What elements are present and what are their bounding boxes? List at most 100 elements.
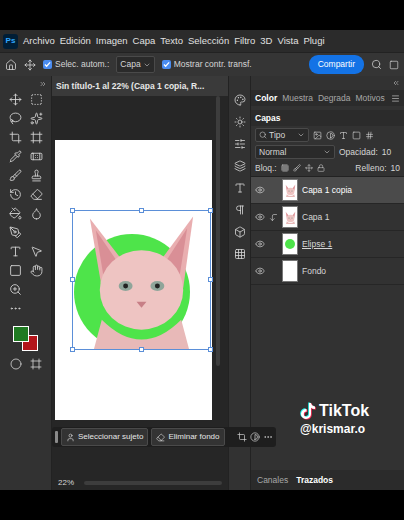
bottom-tab[interactable]: Canales (257, 474, 288, 487)
expand-icon[interactable] (39, 80, 47, 88)
move-icon[interactable] (9, 93, 22, 106)
move-tool-icon[interactable] (24, 59, 36, 71)
adjustments-icon[interactable] (234, 116, 246, 128)
path-select-icon[interactable] (30, 245, 43, 258)
layer-row[interactable]: Elipse 1 (251, 231, 404, 258)
crop-icon[interactable] (9, 131, 22, 144)
home-icon[interactable] (5, 59, 17, 71)
3d-icon[interactable] (234, 226, 246, 238)
collapse-icon[interactable] (392, 79, 400, 87)
layers-tab[interactable]: Capas (255, 112, 281, 125)
paragraph-icon[interactable] (234, 204, 246, 216)
menu-item[interactable]: Plugi (303, 34, 324, 48)
quick-select-icon[interactable] (30, 112, 43, 125)
filter-shape-icon[interactable] (352, 131, 361, 140)
rectangle-icon[interactable] (9, 264, 22, 277)
pen-icon[interactable] (9, 226, 22, 239)
target-dropdown[interactable]: Capa (116, 56, 154, 73)
eye-icon[interactable] (255, 266, 265, 276)
clip-arrow-icon[interactable] (269, 213, 278, 222)
bucket-icon[interactable] (9, 207, 22, 220)
document-tab[interactable]: Sin título-1 al 22% (Capa 1 copia, R... (52, 76, 228, 96)
transform-handle[interactable] (70, 347, 75, 352)
marquee-icon[interactable] (30, 93, 43, 106)
menu-item[interactable]: Vista (277, 34, 298, 48)
eyedropper-icon[interactable] (9, 150, 22, 163)
filter-pixel-icon[interactable] (313, 131, 322, 140)
chevron-down-icon[interactable] (323, 148, 331, 156)
task-crop-icon[interactable] (237, 432, 247, 442)
panel-tab[interactable]: Color (255, 92, 277, 105)
menu-item[interactable]: Edición (60, 34, 91, 48)
menu-item[interactable]: 3D (260, 34, 272, 48)
task-more-icon[interactable] (263, 432, 273, 442)
zoom-icon[interactable] (9, 283, 22, 296)
menu-item[interactable]: Imagen (96, 34, 128, 48)
app-logo[interactable]: Ps (3, 34, 18, 49)
transform-handle[interactable] (139, 347, 144, 352)
panel-tab[interactable]: Degrada (318, 92, 351, 105)
chevron-down-icon[interactable] (297, 131, 305, 139)
filter-search-icon[interactable] (259, 131, 267, 139)
menu-item[interactable]: Archivo (23, 34, 55, 48)
bottom-tab[interactable]: Trazados (296, 474, 333, 487)
zoom-level[interactable]: 22% (58, 477, 74, 489)
type-icon[interactable] (9, 245, 22, 258)
eye-icon[interactable] (255, 212, 265, 222)
select-subject-icon[interactable] (66, 433, 75, 442)
blur-icon[interactable] (30, 207, 43, 220)
color-swatches[interactable] (10, 325, 42, 353)
filter-dropdown[interactable]: Tipo (255, 128, 309, 143)
transform-handle[interactable] (70, 208, 75, 213)
healing-icon[interactable] (30, 150, 43, 163)
screen-mode-icon[interactable] (30, 358, 42, 370)
menu-item[interactable]: Selección (188, 34, 229, 48)
hand-icon[interactable] (30, 264, 43, 277)
task-adjust-icon[interactable] (250, 432, 260, 442)
panel-tab[interactable]: Motivos (356, 92, 385, 105)
opacity-value[interactable]: 10 (382, 146, 391, 159)
transform-handle[interactable] (208, 277, 213, 282)
menu-item[interactable]: Capa (133, 34, 156, 48)
cat-photo[interactable] (72, 210, 211, 350)
fill-value[interactable]: 10 (391, 162, 400, 175)
remove-bg-icon[interactable] (156, 433, 165, 442)
transform-handle[interactable] (208, 347, 213, 352)
lock-all-icon[interactable] (317, 164, 325, 172)
menu-item[interactable]: Texto (160, 34, 183, 48)
transform-handle[interactable] (139, 208, 144, 213)
layer-row[interactable]: Capa 1 (251, 204, 404, 231)
blend-mode-dropdown[interactable]: Normal (255, 145, 335, 160)
brush-icon[interactable] (9, 169, 22, 182)
lock-position-icon[interactable] (305, 164, 313, 172)
search-icon[interactable] (371, 59, 382, 70)
chevron-down-icon[interactable] (143, 61, 151, 69)
task-bar-button[interactable]: Eliminar fondo (151, 428, 224, 446)
share-button[interactable]: Compartir (309, 55, 364, 74)
filter-type-icon[interactable] (339, 131, 348, 140)
workspace-icon[interactable] (389, 60, 399, 70)
lock-pixels-icon[interactable] (281, 164, 289, 172)
horizontal-scrollbar[interactable] (84, 481, 222, 485)
grid-icon[interactable] (234, 248, 246, 260)
quick-mask-icon[interactable] (10, 358, 22, 370)
auto-select-checkbox[interactable] (43, 60, 52, 69)
history-brush-icon[interactable] (9, 188, 22, 201)
layer-row[interactable]: Fondo (251, 258, 404, 285)
more-tools-icon[interactable] (9, 302, 22, 315)
task-bar-button[interactable]: Seleccionar sujeto (61, 428, 148, 446)
lock-paint-icon[interactable] (293, 164, 301, 172)
color-panel-icon[interactable] (234, 94, 246, 106)
layers-icon[interactable] (234, 160, 246, 172)
frame-icon[interactable] (30, 131, 43, 144)
panel-tab[interactable]: Muestra (282, 92, 313, 105)
transform-handle[interactable] (70, 277, 75, 282)
layer-row[interactable]: Capa 1 copia (251, 177, 404, 204)
foreground-swatch[interactable] (13, 326, 29, 342)
character-icon[interactable] (234, 182, 246, 194)
vertical-scrollbar[interactable] (216, 96, 220, 366)
task-bar-grip[interactable] (55, 431, 58, 443)
properties-icon[interactable] (234, 138, 246, 150)
transform-box[interactable] (72, 210, 211, 350)
menu-item[interactable]: Filtro (234, 34, 255, 48)
